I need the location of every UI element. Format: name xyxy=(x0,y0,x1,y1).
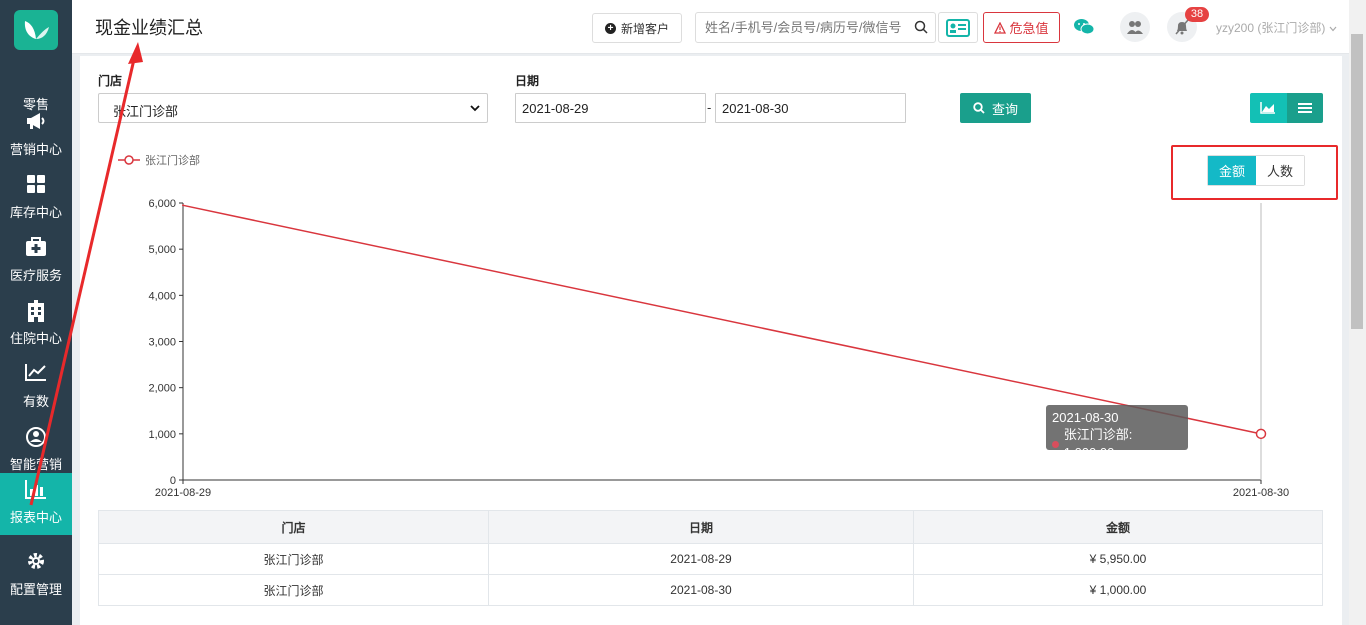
cell-date: 2021-08-30 xyxy=(488,574,914,606)
series-line xyxy=(182,204,1262,435)
tooltip-title: 2021-08-30 xyxy=(1052,410,1119,425)
page-title: 现金业绩汇总 xyxy=(95,18,203,38)
butterfly-logo-icon xyxy=(24,21,49,39)
sidebar-item-inpatient[interactable]: 住院中心 xyxy=(0,294,72,356)
new-customer-label: 新增客户 xyxy=(620,21,669,36)
grid-icon xyxy=(0,174,72,198)
tooltip-series-dot xyxy=(1052,440,1059,448)
y-tick-label: 0 xyxy=(170,475,176,487)
data-point xyxy=(1255,428,1267,440)
id-card-reader-button[interactable] xyxy=(938,12,978,43)
smart-marketing-icon xyxy=(0,426,72,450)
table-row: 张江门诊部 2021-08-30 ¥ 1,000.00 xyxy=(98,574,1323,606)
chevron-down-icon xyxy=(1329,26,1337,32)
summary-table: 门店 日期 金额 张江门诊部 2021-08-29 ¥ 5,950.00 张江门… xyxy=(98,510,1323,606)
critical-value-button[interactable]: 危急值 xyxy=(983,12,1060,43)
bell-muted-icon xyxy=(1175,19,1189,35)
trend-icon xyxy=(0,363,72,387)
gear-icon xyxy=(0,551,72,575)
y-tick-label: 4,000 xyxy=(148,290,176,302)
bar-chart-icon xyxy=(0,479,72,503)
hospital-icon xyxy=(0,300,72,324)
table-row: 张江门诊部 2021-08-29 ¥ 5,950.00 xyxy=(98,543,1323,575)
retail-icon xyxy=(0,66,72,90)
search-input[interactable] xyxy=(696,13,906,42)
alert-icon xyxy=(994,21,1007,34)
medical-kit-icon xyxy=(0,237,72,261)
sidebar-item-analytics[interactable]: 有数 xyxy=(0,357,72,419)
sidebar-item-marketing[interactable]: 营销中心 xyxy=(0,105,72,167)
sidebar-item-medical[interactable]: 医疗服务 xyxy=(0,231,72,293)
team-button[interactable] xyxy=(1120,12,1150,42)
page-scrollbar[interactable] xyxy=(1349,0,1366,625)
cell-store: 张江门诊部 xyxy=(98,574,489,606)
critical-value-label: 危急值 xyxy=(1009,21,1049,36)
search-icon[interactable] xyxy=(914,20,928,34)
y-tick-label: 2,000 xyxy=(148,383,176,395)
app-logo[interactable] xyxy=(14,10,58,50)
top-header: 现金业绩汇总 + 新增客户 危急值 38 yzy200 (张江门诊部) xyxy=(72,0,1366,54)
megaphone-icon xyxy=(0,111,72,135)
plus-circle-icon: + xyxy=(604,22,616,34)
x-tick-label: 2021-08-29 xyxy=(155,487,211,499)
y-tick-label: 3,000 xyxy=(148,337,176,349)
chart-tooltip: 2021-08-30 张江门诊部: 1,000.00 xyxy=(1046,405,1188,460)
notification-count-badge: 38 xyxy=(1185,7,1209,22)
y-tick-label: 6,000 xyxy=(148,198,176,210)
cell-date: 2021-08-29 xyxy=(488,543,914,575)
report-panel: 门店 日期 张江门诊部 2021-08-29 - 2021-08-30 查询 金… xyxy=(80,56,1342,625)
col-header-amount: 金额 xyxy=(913,510,1323,544)
tooltip-text: 张江门诊部: 1,000.00 xyxy=(1063,427,1133,460)
scrollbar-thumb[interactable] xyxy=(1351,34,1363,329)
user-menu[interactable]: yzy200 (张江门诊部) xyxy=(1216,19,1337,36)
x-tick-label: 2021-08-30 xyxy=(1233,487,1289,499)
cell-amount: ¥ 5,950.00 xyxy=(913,543,1323,575)
table-header-row: 门店 日期 金额 xyxy=(98,510,1323,544)
sidebar-item-reports[interactable]: 报表中心 xyxy=(0,473,72,535)
new-customer-button[interactable]: + 新增客户 xyxy=(592,13,682,43)
cell-amount: ¥ 1,000.00 xyxy=(913,574,1323,606)
users-icon xyxy=(1127,21,1143,34)
sidebar-item-settings[interactable]: 配置管理 xyxy=(0,545,72,607)
sidebar: 零售 营销中心 库存中心 医疗服务 住院中心 有数 智能营销 报表中心 配置管理 xyxy=(0,0,72,625)
id-card-icon xyxy=(946,18,970,37)
cell-store: 张江门诊部 xyxy=(98,543,489,575)
col-header-store: 门店 xyxy=(98,510,489,544)
y-tick-label: 5,000 xyxy=(148,244,176,256)
sidebar-item-inventory[interactable]: 库存中心 xyxy=(0,168,72,230)
customer-search-box[interactable] xyxy=(695,12,936,43)
data-point xyxy=(182,204,184,207)
y-tick-label: 1,000 xyxy=(148,429,176,441)
col-header-date: 日期 xyxy=(488,510,914,544)
user-label: yzy200 (张江门诊部) xyxy=(1216,21,1326,35)
wechat-icon[interactable] xyxy=(1073,16,1095,38)
